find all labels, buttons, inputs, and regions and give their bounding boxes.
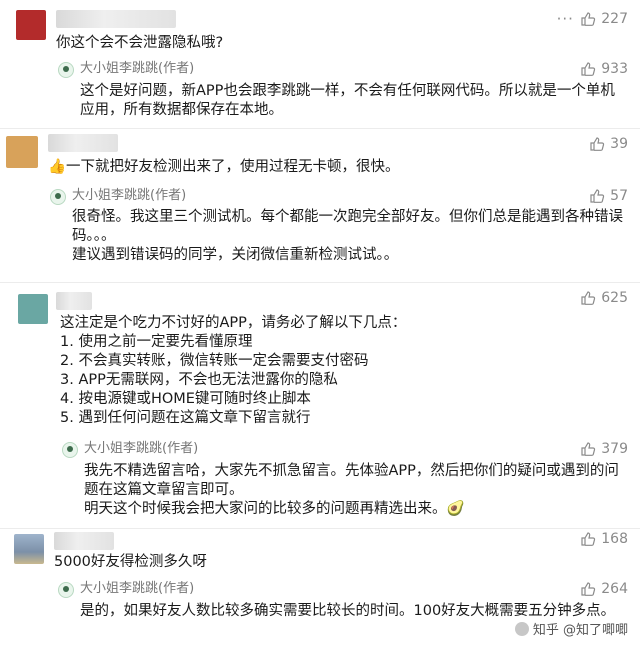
comment-author[interactable]: user4	[54, 532, 114, 550]
like-count: 264	[601, 581, 628, 597]
thumbs-up-icon	[590, 189, 605, 203]
watermark-text: 知乎 @知了唧唧	[532, 623, 628, 638]
comment-text: 你这个会不会泄露隐私哦?	[56, 35, 224, 51]
thumbs-up-icon	[581, 291, 596, 305]
like-button[interactable]: 39	[589, 136, 628, 152]
user-avatar[interactable]	[6, 136, 38, 168]
comment-author[interactable]: user3	[56, 292, 92, 310]
like-button[interactable]: 57	[589, 188, 628, 204]
author-avatar[interactable]	[58, 582, 74, 598]
thumbs-up-icon	[581, 582, 596, 596]
author-avatar[interactable]	[62, 442, 78, 458]
comment-author[interactable]: user1	[56, 10, 176, 28]
like-count: 57	[610, 188, 628, 204]
like-count: 933	[601, 61, 628, 77]
author-avatar[interactable]	[50, 189, 66, 205]
reply-author[interactable]: 大小姐李跳跳(作者)	[72, 187, 186, 205]
thumbs-up-icon	[581, 12, 596, 26]
reply-author[interactable]: 大小姐李跳跳(作者)	[80, 580, 194, 598]
like-button[interactable]: 933	[580, 61, 628, 77]
zhihu-logo-icon	[514, 621, 529, 636]
comment-text: 这注定是个吃力不讨好的APP，请务必了解以下几点： 1. 使用之前一定要先看懂原…	[60, 315, 407, 426]
divider	[0, 528, 640, 529]
like-count: 625	[601, 290, 628, 306]
user-avatar[interactable]	[18, 294, 48, 324]
thumbs-up-icon	[581, 532, 596, 546]
author-avatar[interactable]	[58, 62, 74, 78]
comment-text: 👍一下就把好友检测出来了，使用过程无卡顿，很快。	[48, 159, 400, 175]
thumbs-up-icon	[581, 62, 596, 76]
like-count: 227	[601, 11, 628, 27]
user-avatar[interactable]	[16, 10, 46, 40]
reply-author[interactable]: 大小姐李跳跳(作者)	[84, 440, 198, 458]
comment-text: 5000好友得检测多久呀	[54, 554, 207, 570]
reply-text: 我先不精选留言哈，大家先不抓急留言。先体验APP，然后把你们的疑问或遇到的问题在…	[84, 463, 619, 517]
reply-text: 这个是好问题，新APP也会跟李跳跳一样，不会有任何联网代码。所以就是一个单机应用…	[80, 83, 615, 118]
reply-author[interactable]: 大小姐李跳跳(作者)	[80, 60, 194, 78]
watermark: 知乎 @知了唧唧	[510, 618, 632, 639]
like-count: 168	[601, 531, 628, 547]
divider	[0, 128, 640, 129]
like-count: 379	[601, 441, 628, 457]
more-options-button[interactable]: ···	[554, 10, 576, 28]
like-button[interactable]: 379	[580, 441, 628, 457]
user-avatar[interactable]	[14, 534, 44, 564]
comment-author[interactable]: user2	[48, 134, 118, 152]
like-button[interactable]: 168	[580, 531, 628, 547]
like-button[interactable]: 625	[580, 290, 628, 306]
comment-thread: { "comments": [ { "author": "user1", "te…	[0, 0, 640, 645]
like-count: 39	[610, 136, 628, 152]
thumbs-up-icon	[590, 137, 605, 151]
like-button[interactable]: 227	[580, 11, 628, 27]
like-button[interactable]: 264	[580, 581, 628, 597]
thumbs-up-icon	[581, 442, 596, 456]
reply-text: 很奇怪。我这里三个测试机。每个都能一次跑完全部好友。但你们总是能遇到各种错误码。…	[72, 209, 623, 263]
divider	[0, 282, 640, 283]
